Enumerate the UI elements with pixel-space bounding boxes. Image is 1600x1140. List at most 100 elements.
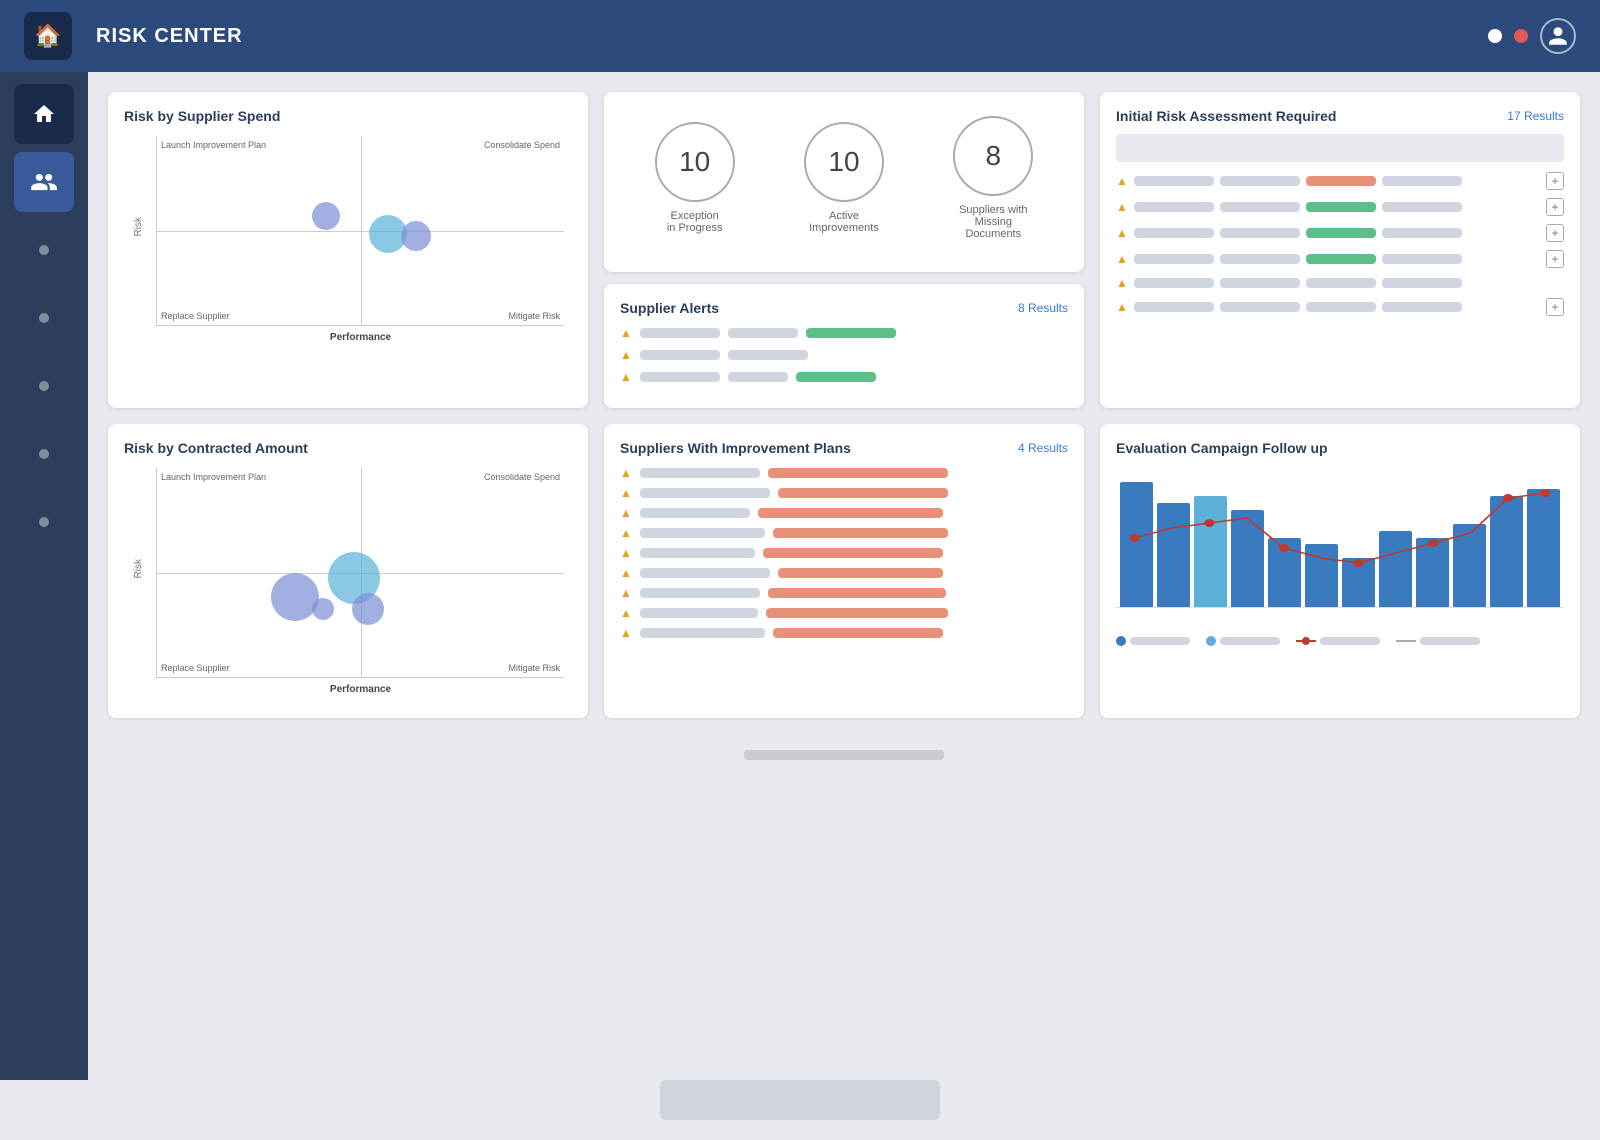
evaluation-campaign-title: Evaluation Campaign Follow up <box>1116 440 1564 456</box>
alert-icon-3: ▲ <box>620 370 632 384</box>
scatter-chart-2: Risk Performance Launch Improvement Plan… <box>156 468 564 678</box>
plus-btn-2[interactable]: + <box>1546 198 1564 216</box>
scatter-y-label-2: Risk <box>133 559 144 578</box>
bar-chart <box>1116 468 1564 608</box>
improvement-plans-results[interactable]: 4 Results <box>1018 441 1068 455</box>
improve-icon-3: ▲ <box>620 506 632 520</box>
risk-col1-3 <box>1134 228 1214 238</box>
chart-bar-5 <box>1268 538 1301 608</box>
chart-bar-4 <box>1231 510 1264 607</box>
status-dot-red <box>1514 29 1528 43</box>
scatter-top-left-2: Launch Improvement Plan <box>161 472 266 482</box>
risk-col4-5 <box>1382 278 1462 288</box>
sidebar-item-people[interactable] <box>14 152 74 212</box>
active-value: 10 <box>828 146 859 178</box>
scatter-bubble-2a <box>271 573 319 621</box>
risk-supplier-spend-title: Risk by Supplier Spend <box>124 108 572 124</box>
risk-contracted-title: Risk by Contracted Amount <box>124 440 572 456</box>
scatter-x-label-2: Performance <box>330 684 391 695</box>
improve-icon-4: ▲ <box>620 526 632 540</box>
active-label: ActiveImprovements <box>809 210 879 234</box>
footer-area <box>0 1080 1600 1140</box>
risk-row-6: ▲ + <box>1116 298 1564 316</box>
scatter-bubble-1 <box>312 202 340 230</box>
risk-col2-1 <box>1220 176 1300 186</box>
improve-bar2-3 <box>758 508 943 518</box>
chart-bar-7 <box>1342 558 1375 607</box>
improve-bar1-6 <box>640 568 770 578</box>
bottom-bar <box>108 734 1580 776</box>
risk-col3-2 <box>1306 202 1376 212</box>
risk-col2-5 <box>1220 278 1300 288</box>
user-avatar[interactable] <box>1540 18 1576 54</box>
alert-bar-1b <box>728 328 798 338</box>
improve-row-9: ▲ <box>620 626 1068 640</box>
missing-label: Suppliers withMissingDocuments <box>959 204 1027 240</box>
improve-icon-7: ▲ <box>620 586 632 600</box>
sidebar-item-2[interactable] <box>14 288 74 348</box>
risk-row-4: ▲ + <box>1116 250 1564 268</box>
scatter-top-left-1: Launch Improvement Plan <box>161 140 266 150</box>
sidebar-item-5[interactable] <box>14 492 74 552</box>
chart-bar-11 <box>1490 496 1523 607</box>
risk-row-3: ▲ + <box>1116 224 1564 242</box>
chart-bar-12 <box>1527 489 1560 607</box>
app-logo[interactable]: 🏠 <box>24 12 72 60</box>
chart-bar-3 <box>1194 496 1227 607</box>
risk-row-2: ▲ + <box>1116 198 1564 216</box>
scatter-bottom-right-1: Mitigate Risk <box>508 311 560 321</box>
plus-btn-3[interactable]: + <box>1546 224 1564 242</box>
improve-icon-5: ▲ <box>620 546 632 560</box>
legend-item-4 <box>1396 636 1480 646</box>
sidebar-item-4[interactable] <box>14 424 74 484</box>
scatter-bubble-2c <box>312 598 334 620</box>
dashboard-row-2: Risk by Contracted Amount Risk Performan… <box>108 424 1580 718</box>
risk-col3-1 <box>1306 176 1376 186</box>
supplier-alerts-header: Supplier Alerts 8 Results <box>620 300 1068 316</box>
bar-chart-container <box>1116 468 1564 628</box>
risk-col3-4 <box>1306 254 1376 264</box>
alert-bar-2b <box>728 350 808 360</box>
supplier-alerts-results[interactable]: 8 Results <box>1018 301 1068 315</box>
alert-bar-3c <box>796 372 876 382</box>
exception-value: 10 <box>679 146 710 178</box>
chart-legend <box>1116 636 1564 646</box>
plus-btn-4[interactable]: + <box>1546 250 1564 268</box>
improve-row-1: ▲ <box>620 466 1068 480</box>
initial-risk-results[interactable]: 17 Results <box>1507 109 1564 123</box>
risk-col3-6 <box>1306 302 1376 312</box>
risk-row-1: ▲ + <box>1116 172 1564 190</box>
risk-col4-6 <box>1382 302 1462 312</box>
missing-circle: 8 <box>953 116 1033 196</box>
legend-line-3 <box>1296 640 1316 642</box>
middle-column-top: 10 Exceptionin Progress 10 ActiveImprove… <box>604 92 1084 408</box>
improve-bar1-1 <box>640 468 760 478</box>
improve-icon-9: ▲ <box>620 626 632 640</box>
stats-card: 10 Exceptionin Progress 10 ActiveImprove… <box>604 92 1084 272</box>
risk-col2-6 <box>1220 302 1300 312</box>
improve-bar1-2 <box>640 488 770 498</box>
legend-label-2 <box>1220 637 1280 645</box>
risk-icon-2: ▲ <box>1116 200 1128 214</box>
improve-icon-2: ▲ <box>620 486 632 500</box>
sidebar-item-3[interactable] <box>14 356 74 416</box>
risk-col1-6 <box>1134 302 1214 312</box>
risk-col2-3 <box>1220 228 1300 238</box>
alert-row-1: ▲ <box>620 326 1068 340</box>
risk-col3-5 <box>1306 278 1376 288</box>
plus-btn-1[interactable]: + <box>1546 172 1564 190</box>
legend-item-3 <box>1296 636 1380 646</box>
dashboard-row-1: Risk by Supplier Spend Risk Performance … <box>108 92 1580 408</box>
supplier-alerts-card: Supplier Alerts 8 Results ▲ ▲ <box>604 284 1084 408</box>
footer-shape <box>660 1080 940 1120</box>
search-bar[interactable] <box>1116 134 1564 162</box>
plus-btn-6[interactable]: + <box>1546 298 1564 316</box>
chart-bar-10 <box>1453 524 1486 607</box>
scatter-top-right-2: Consolidate Spend <box>484 472 560 482</box>
improve-bar2-4 <box>773 528 948 538</box>
sidebar-item-1[interactable] <box>14 220 74 280</box>
improve-icon-8: ▲ <box>620 606 632 620</box>
sidebar-item-home[interactable] <box>14 84 74 144</box>
improve-icon-1: ▲ <box>620 466 632 480</box>
improve-bar2-8 <box>766 608 948 618</box>
